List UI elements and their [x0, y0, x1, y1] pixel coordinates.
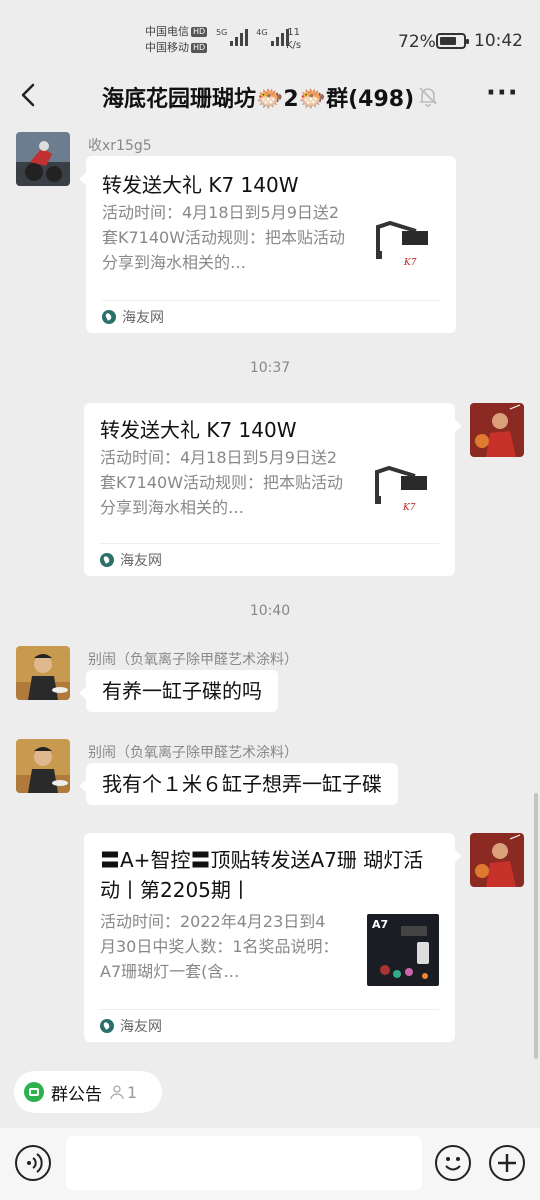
card-source: 海友网: [100, 543, 439, 576]
svg-text:K7: K7: [403, 258, 417, 268]
card-source: 海友网: [102, 300, 440, 333]
status-bar: 中国电信 HD 中国移动 HD 5G 4G 11 K/s 72% 10:42: [0, 0, 540, 80]
carrier-info: 中国电信 HD 中国移动 HD: [145, 24, 208, 56]
card-source: 海友网: [100, 1009, 439, 1042]
card-thumbnail: K7: [368, 205, 440, 277]
group-announcement-button[interactable]: 群公告 1: [14, 1071, 162, 1113]
chat-title[interactable]: 海底花园珊瑚坊🐡2🐡群(498): [102, 81, 414, 113]
text-message[interactable]: 有养一缸子碟的吗: [79, 670, 278, 712]
sender-name: 别闹（负氧离子除甲醛艺术涂料）: [88, 652, 298, 668]
avatar[interactable]: [16, 739, 70, 793]
avatar[interactable]: [16, 646, 70, 700]
chevron-left-icon: [21, 83, 35, 107]
sender-name: 收xr15g5: [88, 138, 152, 154]
source-name: 海友网: [122, 310, 164, 326]
battery-icon: [436, 33, 469, 49]
link-card-message[interactable]: 转发送大礼 K7 140W 活动时间：4月18日到5月9日送2套K7140W活动…: [79, 156, 456, 333]
card-description: 活动时间：4月18日到5月9日送2套K7140W活动规则：把本贴活动分享到海水相…: [102, 203, 346, 272]
source-name: 海友网: [120, 1019, 162, 1035]
svg-text:K7: K7: [402, 503, 416, 513]
link-card-message[interactable]: 转发送大礼 K7 140W 活动时间：4月18日到5月9日送2套K7140W活动…: [84, 403, 462, 576]
source-app-icon: [102, 310, 116, 324]
message-text: 我有个１米６缸子想弄一缸子碟: [102, 772, 382, 796]
signal-icons: 5G 4G: [216, 28, 289, 46]
message-text: 有养一缸子碟的吗: [102, 679, 262, 703]
back-button[interactable]: [14, 80, 44, 110]
thumb-label: A7: [372, 918, 388, 931]
carrier-1: 中国电信: [145, 25, 189, 38]
card-title: 转发送大礼 K7 140W: [100, 418, 297, 442]
card-description: 活动时间：2022年4月23日到4月30日中奖人数：1名奖品说明：A7珊瑚灯一套…: [100, 912, 339, 981]
card-title: 转发送大礼 K7 140W: [102, 173, 299, 197]
avatar-self[interactable]: [470, 403, 524, 457]
battery-percent: 72%: [398, 32, 436, 52]
voice-input-button[interactable]: [15, 1145, 51, 1181]
link-card-message[interactable]: 〓A+智控〓顶贴转发送A7珊 瑚灯活动丨第2205期丨 活动时间：2022年4月…: [84, 833, 462, 1042]
card-title: 〓A+智控〓顶贴转发送A7珊 瑚灯活动丨第2205期丨: [100, 848, 424, 902]
source-app-icon: [100, 553, 114, 567]
message-input[interactable]: [66, 1136, 422, 1190]
status-time: 10:42: [474, 31, 523, 51]
source-name: 海友网: [120, 553, 162, 569]
emoji-icon: [445, 1157, 461, 1171]
person-icon: [110, 1085, 124, 1100]
more-options-button[interactable]: ···: [486, 78, 519, 108]
hd-badge: HD: [191, 27, 208, 37]
card-description: 活动时间：4月18日到5月9日送2套K7140W活动规则：把本贴活动分享到海水相…: [100, 448, 344, 517]
avatar[interactable]: [16, 132, 70, 186]
voice-icon: [27, 1153, 43, 1173]
input-bar: [0, 1128, 540, 1200]
card-thumbnail: K7: [367, 450, 439, 522]
more-dots-icon: ···: [486, 78, 519, 108]
scrollbar[interactable]: [534, 793, 538, 1059]
announcement-count-value: 1: [127, 1082, 138, 1102]
text-message[interactable]: 我有个１米６缸子想弄一缸子碟: [79, 763, 398, 805]
plus-icon: [498, 1154, 516, 1172]
net-speed: 11 K/s: [286, 26, 301, 52]
sender-name: 别闹（负氧离子除甲醛艺术涂料）: [88, 745, 298, 761]
source-app-icon: [100, 1019, 114, 1033]
signal-4g-icon: 4G: [256, 28, 289, 46]
announcement-label: 群公告: [51, 1084, 102, 1105]
bell-off-icon: [416, 84, 440, 108]
card-thumbnail: A7: [367, 914, 439, 986]
more-actions-button[interactable]: [489, 1145, 525, 1181]
carrier-2: 中国移动: [145, 41, 189, 54]
timestamp: 10:40: [249, 603, 291, 619]
net-speed-unit: K/s: [286, 40, 302, 51]
announcement-count: 1: [109, 1083, 137, 1102]
emoji-button[interactable]: [435, 1145, 471, 1181]
net-speed-value: 11: [287, 27, 300, 38]
hd-badge: HD: [191, 43, 208, 53]
signal-4g-label: 4G: [256, 28, 268, 37]
chat-header: 海底花园珊瑚坊🐡2🐡群(498) ···: [0, 70, 540, 122]
avatar-self[interactable]: [470, 833, 524, 887]
signal-5g-label: 5G: [216, 28, 228, 37]
battery-fill: [440, 37, 456, 45]
timestamp: 10:37: [249, 360, 291, 376]
signal-5g-icon: 5G: [216, 28, 249, 46]
announcement-icon: [24, 1082, 44, 1102]
